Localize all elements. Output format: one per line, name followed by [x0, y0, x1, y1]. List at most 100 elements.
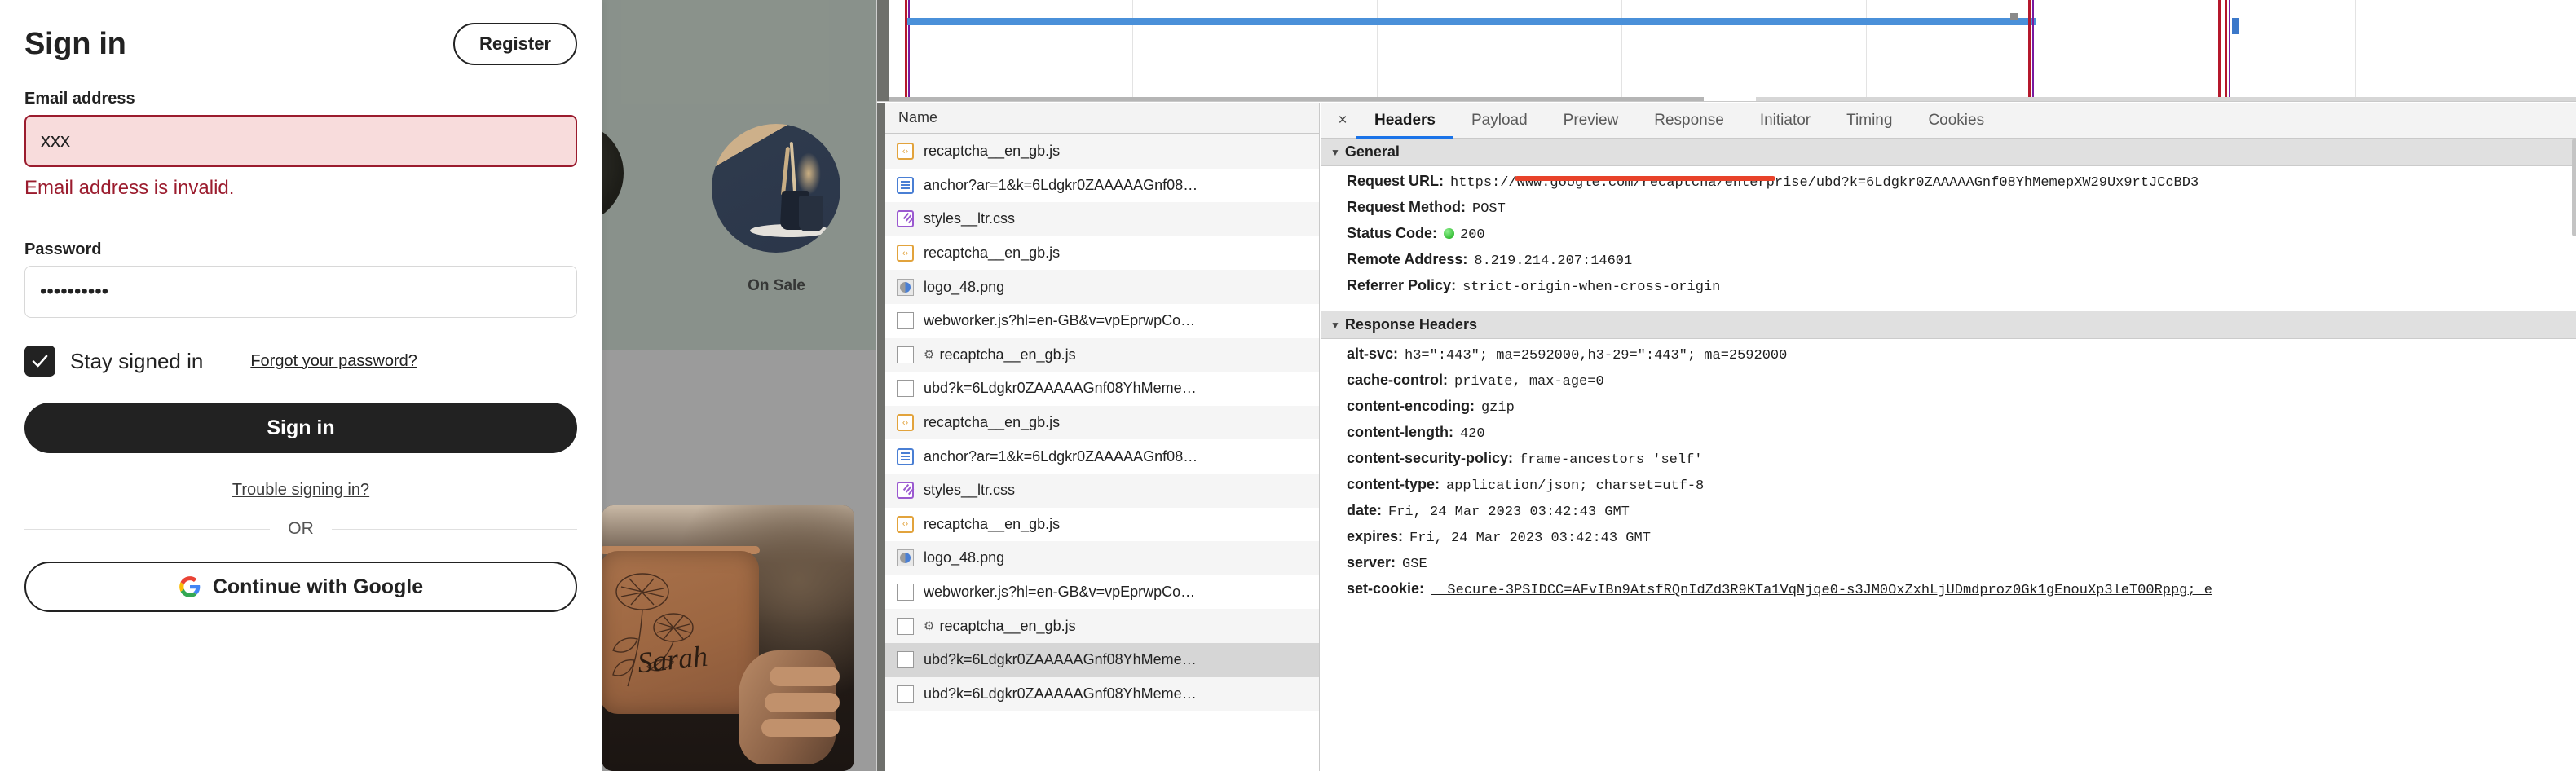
network-overview-timeline[interactable] [877, 0, 2576, 102]
category-thumbnail-2[interactable] [712, 124, 840, 253]
blank-file-icon [897, 380, 914, 398]
response-header-row: content-encoding: gzip [1321, 398, 2576, 424]
response-header-key: cache-control: [1347, 372, 1449, 388]
response-header-row: alt-svc: h3=":443"; ma=2592000,h3-29=":44… [1321, 346, 2576, 372]
screenshot-root: ners. Only on ng &ment On Sale [0, 0, 2576, 771]
request-row-name: recaptcha__en_gb.js [939, 617, 1076, 634]
filelist-rows: recaptcha__en_gb.js anchor?ar=1&k=6Ldgkr0… [885, 134, 1319, 771]
divider-line-right [331, 528, 577, 530]
general-key: Referrer Policy: [1347, 277, 1457, 293]
tab-preview[interactable]: Preview [1546, 103, 1637, 139]
google-button-label: Continue with Google [212, 575, 424, 598]
response-header-key: content-length: [1347, 424, 1453, 440]
request-row[interactable]: anchor?ar=1&k=6Ldgkr0ZAAAAAGnf08… [885, 169, 1319, 203]
response-header-row: content-security-policy: frame-ancestors … [1321, 450, 2576, 476]
tab-cookies[interactable]: Cookies [1910, 103, 2002, 139]
devtools-panel: Name recaptcha__en_gb.js anchor?ar=1&k=6L… [876, 0, 2576, 771]
request-row[interactable]: logo_48.png [885, 541, 1319, 575]
overview-marker-blue [2232, 18, 2239, 34]
chevron-down-icon: ▼ [1330, 146, 1340, 158]
request-row[interactable]: anchor?ar=1&k=6Ldgkr0ZAAAAAGnf08… [885, 439, 1319, 474]
details-scrollbar[interactable] [2572, 139, 2576, 236]
status-ok-icon [1444, 228, 1455, 239]
chevron-down-icon-2: ▼ [1330, 319, 1340, 331]
overview-scrollbar-left[interactable] [889, 97, 1704, 101]
request-row[interactable]: ubd?k=6Ldgkr0ZAAAAAGnf08YhMeme… [885, 642, 1319, 677]
general-section-header[interactable]: ▼ General [1321, 139, 2576, 166]
js-file-icon [897, 414, 914, 432]
general-row: Status Code: 200 [1321, 225, 2576, 251]
request-row-name: ubd?k=6Ldgkr0ZAAAAAGnf08YhMeme… [924, 380, 1197, 397]
general-value: 8.219.214.207:14601 [1474, 253, 1633, 269]
trouble-signing-in-link[interactable]: Trouble signing in? [0, 481, 602, 500]
request-row[interactable]: recaptcha__en_gb.js [885, 236, 1319, 271]
request-row[interactable]: ⚙ recaptcha__en_gb.js [885, 609, 1319, 643]
overview-gridlines [889, 0, 2576, 99]
tab-response[interactable]: Response [1636, 103, 1742, 139]
general-rows: Request URL: https://www.google.com/recap… [1321, 166, 2576, 303]
overview-scrollbar-right[interactable] [1756, 97, 2576, 101]
general-section-title: General [1344, 143, 1400, 160]
response-header-value: Fri, 24 Mar 2023 03:42:43 GMT [1409, 531, 1651, 546]
request-row[interactable]: ⚙ recaptcha__en_gb.js [885, 337, 1319, 372]
google-logo-icon [179, 576, 201, 597]
request-row[interactable]: recaptcha__en_gb.js [885, 405, 1319, 440]
response-headers-section-header[interactable]: ▼ Response Headers [1321, 311, 2576, 339]
response-header-key: content-type: [1347, 476, 1440, 492]
request-row[interactable]: webworker.js?hl=en-GB&v=vpEprwpCo… [885, 575, 1319, 610]
email-error-message: Email address is invalid. [24, 177, 235, 199]
filelist-column-header[interactable]: Name [885, 103, 1319, 134]
request-row[interactable]: logo_48.png [885, 270, 1319, 304]
response-header-value: GSE [1402, 557, 1427, 572]
register-button[interactable]: Register [452, 23, 577, 65]
request-row[interactable]: webworker.js?hl=en-GB&v=vpEprwpCo… [885, 304, 1319, 338]
response-headers-section-title: Response Headers [1344, 316, 1477, 333]
tab-headers[interactable]: Headers [1356, 103, 1453, 139]
request-row[interactable]: ubd?k=6Ldgkr0ZAAAAAGnf08YhMeme… [885, 676, 1319, 712]
general-row: Remote Address: 8.219.214.207:14601 [1321, 251, 2576, 277]
overview-marker-red-2 [2028, 0, 2031, 99]
response-header-value: 420 [1459, 426, 1485, 442]
email-field[interactable] [24, 115, 577, 167]
forgot-password-link[interactable]: Forgot your password? [250, 352, 417, 371]
password-field[interactable] [24, 266, 577, 318]
general-row: Request Method: POST [1321, 199, 2576, 225]
product-card[interactable]: Sarah [602, 505, 854, 771]
response-header-value: private, max-age=0 [1454, 374, 1604, 390]
blank-file-icon [897, 312, 914, 330]
overview-marker-red-4 [2225, 0, 2227, 99]
request-row[interactable]: recaptcha__en_gb.js [885, 508, 1319, 542]
response-header-row: set-cookie: __Secure-3PSIDCC=AFvIBn9AtsfR… [1321, 580, 2576, 606]
image-file-icon [897, 549, 914, 567]
finger-1 [770, 667, 840, 686]
tab-payload[interactable]: Payload [1453, 103, 1546, 139]
request-row[interactable]: ubd?k=6Ldgkr0ZAAAAAGnf08YhMeme… [885, 372, 1319, 406]
request-row-name: webworker.js?hl=en-GB&v=vpEprwpCo… [924, 584, 1196, 601]
sign-in-button[interactable]: Sign in [24, 403, 577, 453]
continue-with-google-button[interactable]: Continue with Google [24, 562, 577, 612]
css-file-icon [897, 482, 914, 500]
tab-timing[interactable]: Timing [1828, 103, 1910, 139]
request-row[interactable]: styles__ltr.css [885, 202, 1319, 236]
devtools-split-view: Name recaptcha__en_gb.js anchor?ar=1&k=6L… [877, 103, 2576, 771]
js-file-icon [897, 245, 914, 262]
request-row[interactable]: styles__ltr.css [885, 473, 1319, 508]
close-icon[interactable]: × [1329, 112, 1356, 130]
general-key: Remote Address: [1347, 251, 1468, 267]
request-row-name: ubd?k=6Ldgkr0ZAAAAAGnf08YhMeme… [924, 685, 1197, 702]
request-row-name: ubd?k=6Ldgkr0ZAAAAAGnf08YhMeme… [924, 651, 1197, 668]
stay-signed-in-checkbox[interactable] [24, 346, 55, 377]
response-header-key: server: [1347, 554, 1396, 571]
general-row: Request URL: https://www.google.com/recap… [1321, 173, 2576, 199]
tab-initiator[interactable]: Initiator [1742, 103, 1828, 139]
request-row-name: anchor?ar=1&k=6Ldgkr0ZAAAAAGnf08… [924, 447, 1198, 465]
password-field-label: Password [24, 240, 102, 258]
response-header-row: cache-control: private, max-age=0 [1321, 372, 2576, 398]
request-row[interactable]: recaptcha__en_gb.js [885, 134, 1319, 169]
blank-file-icon [897, 617, 914, 635]
response-header-row: server: GSE [1321, 554, 2576, 580]
gear-icon: ⚙ [924, 348, 935, 363]
stay-signed-in-row: Stay signed in Forgot your password? [24, 346, 577, 377]
overview-marker-purple-3 [2229, 0, 2230, 99]
response-header-value: Fri, 24 Mar 2023 03:42:43 GMT [1388, 504, 1630, 520]
